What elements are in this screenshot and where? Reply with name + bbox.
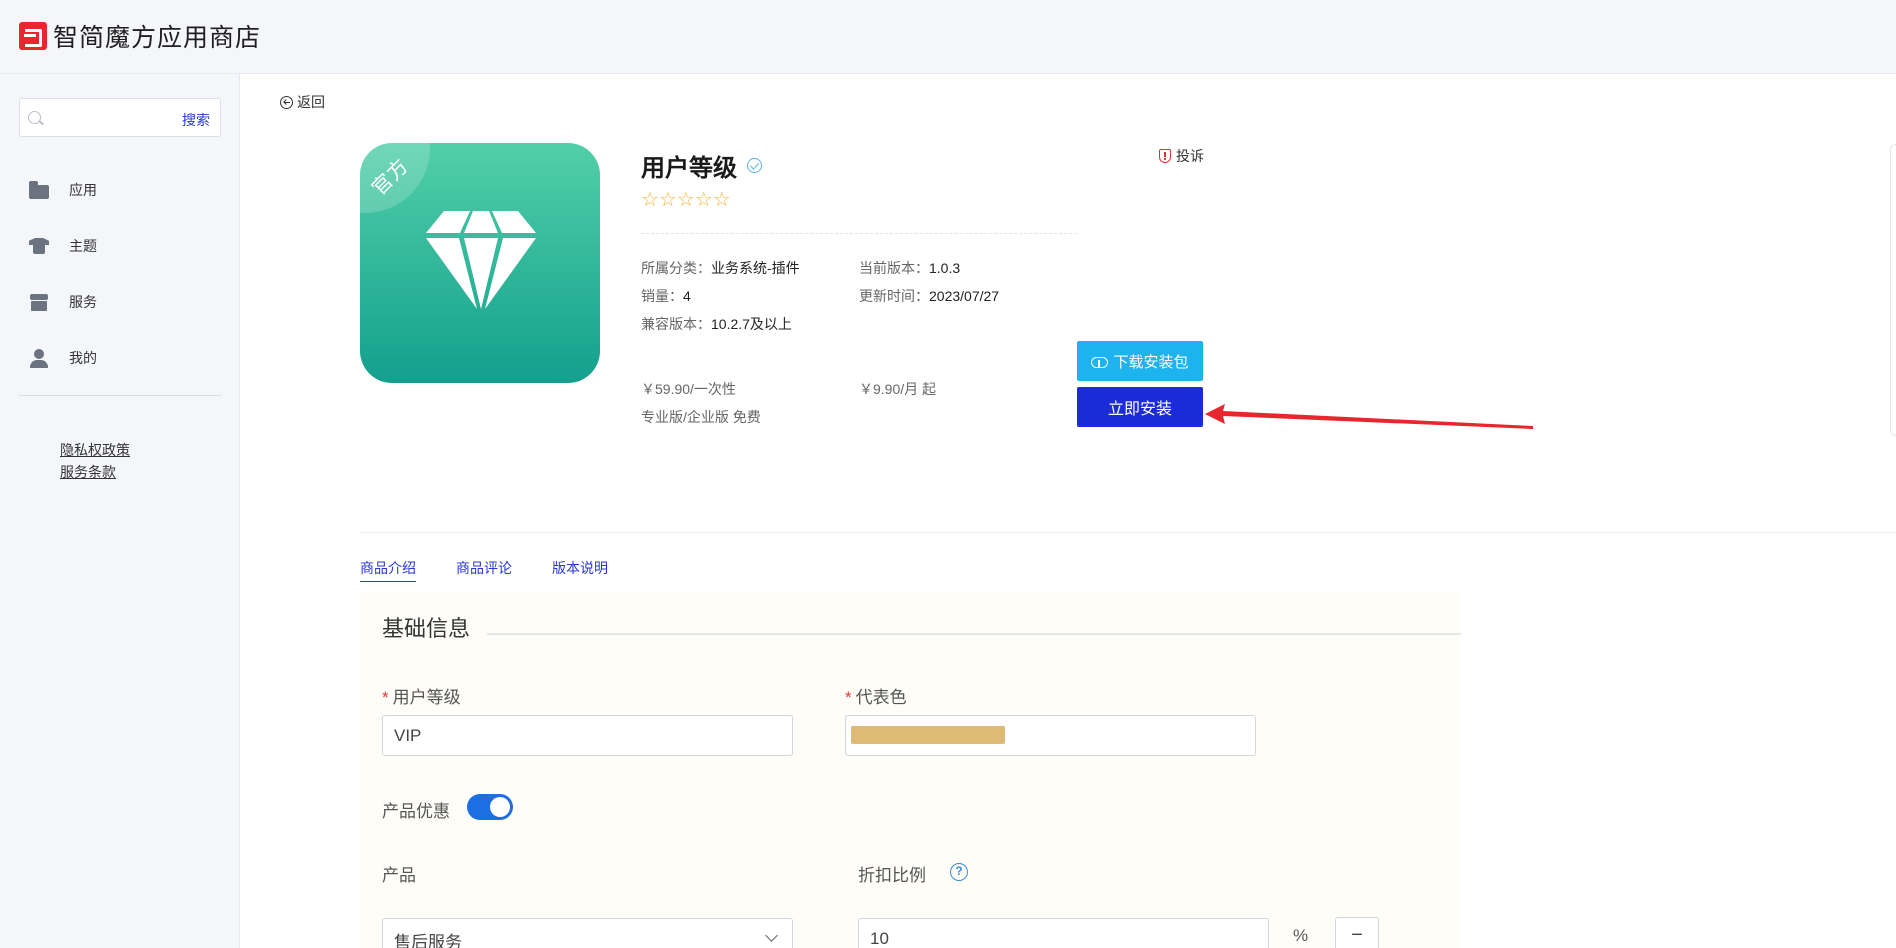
footer-links: 隐私权政策 服务条款	[60, 439, 130, 483]
updated-meta: 更新时间：2023/07/27	[859, 286, 999, 306]
sidebar-item-label: 主题	[69, 238, 97, 254]
sales-value: 4	[683, 288, 691, 304]
ratio-label: 折扣比例	[858, 866, 926, 885]
ratio-input[interactable]	[858, 918, 1269, 948]
price-once: ￥59.90/一次性	[641, 381, 736, 397]
star-icons: ☆☆☆☆☆	[641, 189, 731, 211]
version-key: 当前版本：	[859, 260, 929, 276]
app-icon: 官方	[360, 143, 600, 383]
color-picker[interactable]	[845, 715, 1256, 756]
download-package-button[interactable]: 下载安装包	[1077, 341, 1203, 381]
search-button[interactable]: 搜索	[182, 110, 210, 130]
discount-toggle[interactable]	[467, 794, 513, 820]
product-select[interactable]: 售后服务	[382, 918, 793, 948]
color-swatch	[851, 726, 1005, 744]
tab-release-notes[interactable]: 版本说明	[552, 558, 608, 582]
sidebar: 搜索 应用 主题 服务 我的 隐私权政策 服务条款	[0, 74, 240, 948]
edition-note: 专业版/企业版 免费	[641, 409, 761, 425]
diamond-icon	[426, 211, 536, 309]
color-label-text: 代表色	[855, 688, 907, 707]
product-select-value: 售后服务	[394, 933, 462, 948]
verified-icon	[747, 158, 762, 173]
download-button-label: 下载安装包	[1113, 353, 1189, 371]
privacy-policy-link[interactable]: 隐私权政策	[60, 439, 130, 461]
info-divider	[641, 233, 1077, 234]
preview-heading: 基础信息	[382, 616, 471, 641]
terms-of-service-link[interactable]: 服务条款	[60, 461, 130, 483]
app-title-row: 用户等级	[641, 148, 762, 183]
sidebar-item-label: 我的	[69, 350, 97, 366]
tab-introduction[interactable]: 商品介绍	[360, 558, 416, 582]
chevron-down-icon	[765, 929, 778, 942]
sales-meta: 销量：4	[641, 286, 691, 306]
detail-tabs: 商品介绍 商品评论 版本说明	[360, 558, 648, 582]
brand[interactable]: 智简魔方应用商店	[19, 18, 261, 54]
discount-label: 产品优惠	[382, 802, 450, 821]
level-input[interactable]	[382, 715, 793, 756]
search-box: 搜索	[19, 98, 221, 137]
product-label: 产品	[382, 866, 416, 885]
sidebar-item-themes[interactable]: 主题	[0, 218, 240, 274]
sidebar-item-services[interactable]: 服务	[0, 274, 240, 330]
search-icon	[28, 111, 41, 124]
store-icon	[29, 293, 49, 311]
back-label: 返回	[297, 94, 325, 110]
help-icon[interactable]: ?	[950, 863, 968, 881]
red-arrow-annotation	[1205, 404, 1533, 429]
install-now-button[interactable]: 立即安装	[1077, 387, 1203, 427]
sidebar-nav: 应用 主题 服务 我的	[0, 162, 240, 386]
store-title: 智简魔方应用商店	[53, 24, 262, 52]
section-divider	[360, 532, 1896, 533]
price-monthly: ￥9.90/月 起	[859, 381, 937, 397]
level-field-label: * 用户等级	[382, 683, 461, 708]
shield-alert-icon	[1159, 149, 1171, 163]
toggle-knob	[490, 797, 510, 817]
sidebar-item-mine[interactable]: 我的	[0, 330, 240, 386]
category-meta: 所属分类：业务系统-插件	[641, 258, 800, 278]
version-meta: 当前版本：1.0.3	[859, 258, 960, 278]
sidebar-item-label: 服务	[69, 294, 97, 310]
preview-heading-divider	[487, 633, 1461, 635]
back-arrow-icon	[280, 95, 293, 109]
rating-stars[interactable]: ☆☆☆☆☆	[641, 189, 732, 211]
sales-key: 销量：	[641, 288, 683, 304]
brand-logo-icon	[19, 22, 47, 50]
compat-meta: 兼容版本：10.2.7及以上	[641, 314, 792, 334]
sidebar-divider	[19, 395, 221, 396]
remove-row-button[interactable]: −	[1335, 917, 1379, 948]
product-intro-preview: 基础信息 *用户等级 *代表色 产品优惠 产品 折扣比例 ? 售后服务 % −	[360, 593, 1461, 948]
tab-reviews[interactable]: 商品评论	[456, 558, 512, 582]
floating-panel-edge	[1890, 144, 1896, 436]
search-input[interactable]	[48, 105, 168, 131]
cloud-upload-icon	[1091, 355, 1109, 368]
version-value: 1.0.3	[929, 260, 961, 276]
app-title: 用户等级	[641, 155, 737, 182]
back-link[interactable]: 返回	[280, 92, 325, 112]
required-mark: *	[845, 688, 852, 707]
compat-key: 兼容版本：	[641, 316, 711, 332]
report-label: 投诉	[1176, 148, 1204, 164]
percent-sign: %	[1293, 926, 1309, 945]
updated-value: 2023/07/27	[929, 288, 1000, 304]
sidebar-item-apps[interactable]: 应用	[0, 162, 240, 218]
category-key: 所属分类：	[641, 260, 711, 276]
folder-icon	[29, 180, 49, 199]
required-mark: *	[382, 688, 389, 707]
color-field-label: * 代表色	[845, 683, 907, 708]
category-value: 业务系统-插件	[711, 260, 800, 276]
top-header: 智简魔方应用商店	[0, 0, 1896, 74]
updated-key: 更新时间：	[859, 288, 929, 304]
level-label-text: 用户等级	[392, 688, 461, 707]
shirt-icon	[29, 237, 49, 255]
compat-value: 10.2.7及以上	[711, 316, 792, 332]
sidebar-item-label: 应用	[69, 182, 97, 198]
user-icon	[29, 349, 49, 368]
report-link[interactable]: 投诉	[1159, 146, 1204, 166]
